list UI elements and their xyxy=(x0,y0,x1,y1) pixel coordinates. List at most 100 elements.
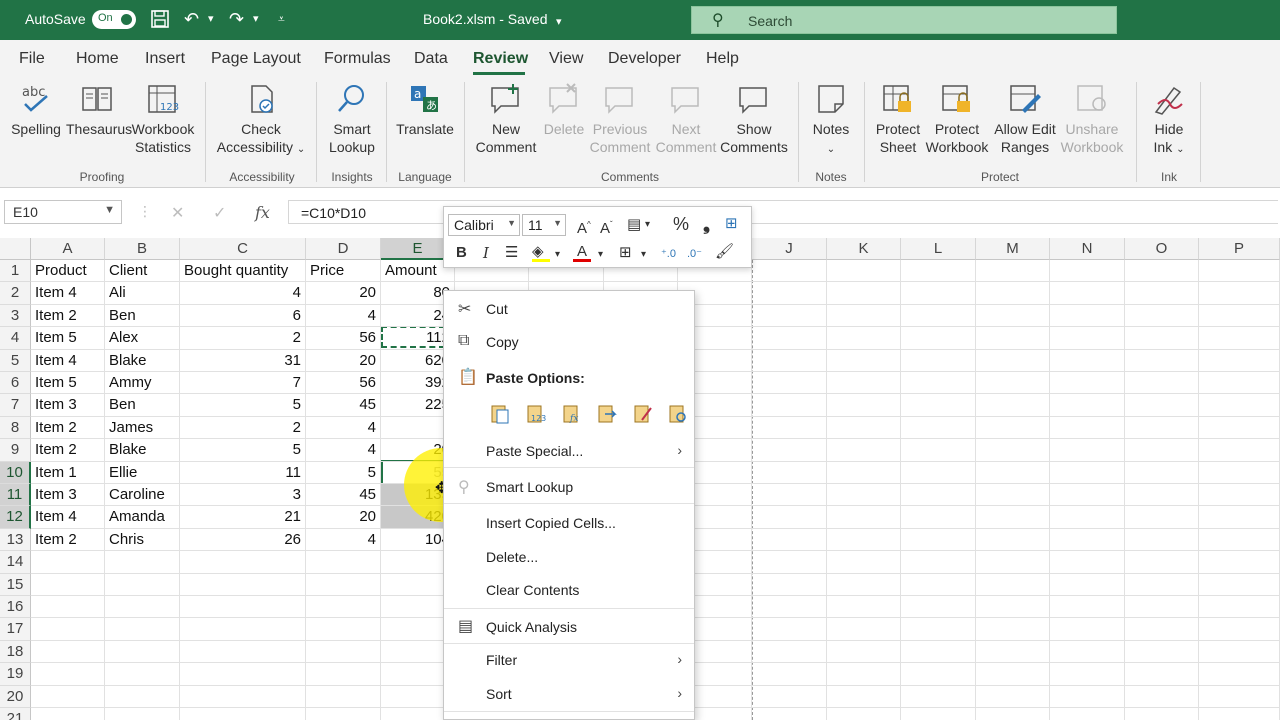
cell[interactable] xyxy=(1199,304,1280,328)
cell[interactable]: Ammy xyxy=(105,372,180,395)
row-header-20[interactable]: 20 xyxy=(0,685,31,708)
cell[interactable]: 2 xyxy=(180,416,306,440)
cell[interactable] xyxy=(1050,416,1125,440)
thesaurus-button[interactable]: Thesaurus xyxy=(66,82,132,138)
cell[interactable] xyxy=(976,260,1050,283)
cell[interactable] xyxy=(976,551,1050,574)
row-header-18[interactable]: 18 xyxy=(0,640,31,664)
cell[interactable]: Bought quantity xyxy=(180,260,306,283)
menu-item-sort[interactable]: Sort xyxy=(486,686,512,702)
cell[interactable] xyxy=(1050,439,1125,462)
cell[interactable] xyxy=(180,708,306,720)
show-comments-button[interactable]: Show Comments xyxy=(719,82,789,156)
cell[interactable] xyxy=(105,551,180,574)
cell[interactable]: Item 5 xyxy=(31,372,105,395)
name-box[interactable]: E10 ▼ xyxy=(4,200,122,224)
cell[interactable] xyxy=(105,618,180,641)
menu-item-clear-contents[interactable]: Clear Contents xyxy=(486,582,579,598)
cell[interactable]: Product xyxy=(31,260,105,283)
cell[interactable] xyxy=(976,618,1050,641)
redo-icon[interactable]: ↷ xyxy=(229,9,244,29)
cell[interactable] xyxy=(901,484,976,507)
cell[interactable] xyxy=(827,551,901,574)
cell[interactable] xyxy=(105,573,180,596)
cell[interactable] xyxy=(1199,439,1280,462)
percent-icon[interactable]: % xyxy=(673,215,689,233)
cell[interactable] xyxy=(1050,618,1125,641)
cell[interactable] xyxy=(1050,663,1125,686)
check-accessibility-button[interactable]: Check Accessibility ⌄ xyxy=(214,82,308,159)
cell[interactable] xyxy=(1199,618,1280,641)
cell[interactable] xyxy=(752,685,827,708)
cell[interactable] xyxy=(901,528,976,552)
cell[interactable]: 31 xyxy=(180,349,306,372)
tab-help[interactable]: Help xyxy=(706,50,739,68)
cell[interactable]: Item 5 xyxy=(31,327,105,350)
cell[interactable] xyxy=(752,349,827,372)
tab-insert[interactable]: Insert xyxy=(145,50,185,68)
cell[interactable] xyxy=(1125,506,1199,529)
cell[interactable] xyxy=(1125,416,1199,440)
workbook-statistics-button[interactable]: 123 Workbook Statistics xyxy=(129,82,197,156)
cell[interactable] xyxy=(1050,528,1125,552)
menu-item-filter[interactable]: Filter xyxy=(486,652,517,668)
cell[interactable] xyxy=(31,685,105,708)
cell[interactable] xyxy=(901,349,976,372)
row-header-3[interactable]: 3 xyxy=(0,304,31,328)
cell[interactable] xyxy=(1050,685,1125,708)
cell[interactable]: Item 4 xyxy=(31,506,105,529)
cell[interactable]: Ali xyxy=(105,282,180,305)
cell[interactable]: Ellie xyxy=(105,461,180,484)
tab-data[interactable]: Data xyxy=(414,50,448,68)
row-header-6[interactable]: 6 xyxy=(0,372,31,395)
cell[interactable]: 11 xyxy=(180,461,306,484)
cell[interactable]: 5 xyxy=(180,439,306,462)
cell[interactable] xyxy=(827,528,901,552)
cell[interactable] xyxy=(1125,260,1199,283)
delete-comment-button[interactable]: Delete xyxy=(541,82,587,138)
cell[interactable]: Client xyxy=(105,260,180,283)
cell[interactable] xyxy=(1125,663,1199,686)
cell[interactable] xyxy=(31,640,105,664)
smart-lookup-button[interactable]: Smart Lookup xyxy=(324,82,380,156)
cell[interactable] xyxy=(827,640,901,664)
cell[interactable]: Ben xyxy=(105,304,180,328)
cell[interactable] xyxy=(901,304,976,328)
cell[interactable] xyxy=(752,573,827,596)
cell[interactable] xyxy=(306,663,381,686)
row-header-8[interactable]: 8 xyxy=(0,416,31,440)
cell[interactable] xyxy=(1199,260,1280,283)
row-header-11[interactable]: 11 xyxy=(0,484,31,507)
cell[interactable]: Item 2 xyxy=(31,528,105,552)
cell[interactable] xyxy=(1125,573,1199,596)
cell[interactable] xyxy=(976,596,1050,619)
cell[interactable]: Item 3 xyxy=(31,484,105,507)
cell[interactable] xyxy=(1199,461,1280,484)
row-header-5[interactable]: 5 xyxy=(0,349,31,372)
cell[interactable] xyxy=(752,394,827,417)
cell[interactable] xyxy=(1050,260,1125,283)
allow-edit-ranges-button[interactable]: Allow Edit Ranges xyxy=(990,82,1060,156)
cell[interactable] xyxy=(1125,304,1199,328)
cell[interactable] xyxy=(1050,349,1125,372)
borders-icon[interactable]: ⊞ xyxy=(619,244,632,262)
cell[interactable] xyxy=(901,461,976,484)
cell[interactable] xyxy=(901,260,976,283)
cell[interactable] xyxy=(105,685,180,708)
currency-format-icon[interactable]: ▤ xyxy=(627,216,641,234)
row-header-1[interactable]: 1 xyxy=(0,260,31,283)
tab-view[interactable]: View xyxy=(549,50,583,68)
cell[interactable] xyxy=(827,282,901,305)
tab-formulas[interactable]: Formulas xyxy=(324,50,391,68)
cell[interactable] xyxy=(752,484,827,507)
row-header-19[interactable]: 19 xyxy=(0,663,31,686)
row-header-17[interactable]: 17 xyxy=(0,618,31,641)
cell[interactable]: Caroline xyxy=(105,484,180,507)
paste-values-icon[interactable]: 123 xyxy=(525,402,547,424)
cell[interactable] xyxy=(31,708,105,720)
cell[interactable]: Item 1 xyxy=(31,461,105,484)
cell[interactable] xyxy=(1050,484,1125,507)
cell[interactable] xyxy=(31,618,105,641)
cell[interactable]: James xyxy=(105,416,180,440)
cell[interactable]: 4 xyxy=(180,282,306,305)
